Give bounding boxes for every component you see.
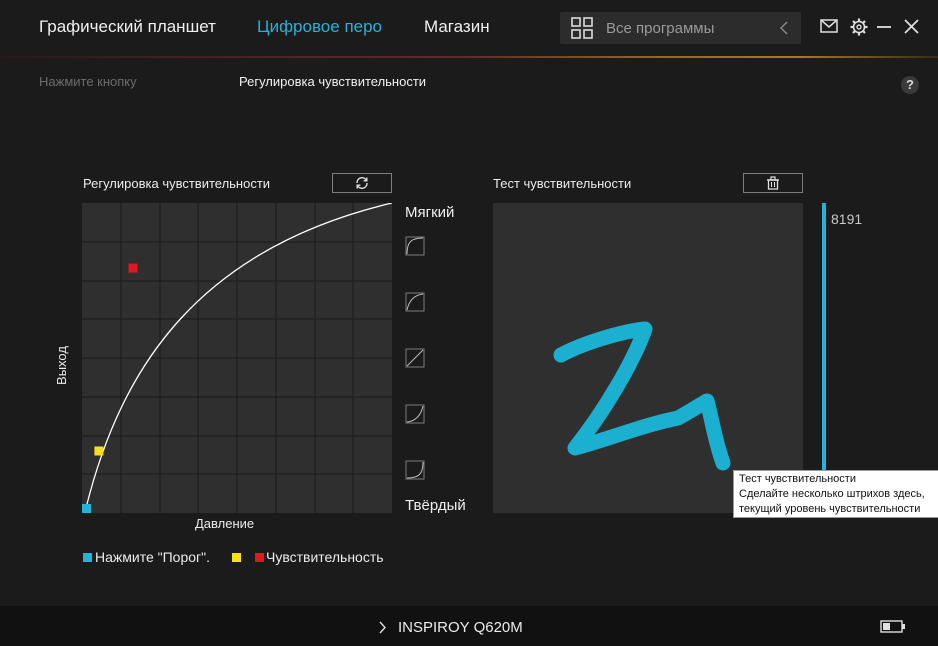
trash-icon	[767, 176, 779, 190]
tooltip-title: Тест чувствительности	[739, 473, 856, 485]
y-axis-label: Выход	[53, 346, 69, 385]
app-search-box	[560, 12, 801, 44]
help-button[interactable]: ?	[901, 76, 919, 94]
grid-icon[interactable]	[571, 17, 593, 39]
pressure-max-value: 8191	[831, 211, 863, 227]
pressure-level-bar	[822, 203, 826, 513]
search-input[interactable]	[606, 12, 766, 44]
pressure-curve-svg[interactable]	[82, 203, 392, 513]
battery-icon	[880, 620, 905, 633]
pressure-curve-graph[interactable]	[82, 203, 392, 513]
refresh-icon	[356, 176, 368, 190]
hard-label: Твёрдый	[405, 497, 466, 514]
clear-test-button[interactable]	[743, 173, 803, 193]
curve-panel-title: Регулировка чувствительности	[83, 176, 271, 191]
legend-min-output-swatch	[232, 553, 241, 562]
preset-linear-icon[interactable]	[405, 348, 425, 368]
header-accent-line	[0, 56, 938, 58]
soft-label: Мягкий	[405, 204, 455, 221]
chevron-left-icon[interactable]	[778, 20, 790, 36]
tab-digital-pen[interactable]: Цифровое перо	[257, 17, 382, 37]
test-stroke-svg	[553, 321, 731, 471]
gear-icon[interactable]	[850, 18, 868, 36]
title-bar: Графический планшет Цифровое перо Магази…	[0, 0, 938, 56]
mail-icon[interactable]	[820, 19, 838, 33]
min-output-handle[interactable]	[94, 446, 104, 456]
device-name[interactable]: INSPIROY Q620M	[398, 619, 523, 636]
tooltip-line-2: текущий уровень чувствительности	[739, 503, 921, 515]
preset-soft-1-icon[interactable]	[405, 292, 425, 312]
tab-graphics-tablet[interactable]: Графический планшет	[39, 17, 216, 37]
tooltip: Тест чувствительности Сделайте несколько…	[733, 470, 938, 518]
pressure-test-canvas[interactable]	[493, 203, 803, 513]
subtab-press-button[interactable]: Нажмите кнопку	[39, 74, 137, 89]
close-icon[interactable]	[904, 19, 919, 34]
test-panel-title: Тест чувствительности	[493, 176, 632, 191]
test-stroke	[553, 321, 731, 471]
legend-sensitivity-label: Чувствительность	[266, 549, 384, 565]
sensitivity-handle[interactable]	[128, 263, 138, 273]
legend-threshold-label: Нажмите "Порог".	[95, 549, 210, 565]
tab-store[interactable]: Магазин	[424, 17, 490, 37]
preset-soft-2-icon[interactable]	[405, 236, 425, 256]
pressure-level-fill	[822, 203, 826, 513]
tooltip-line-1: Сделайте несколько штрихов здесь,	[739, 488, 925, 500]
legend-threshold-swatch	[83, 553, 92, 562]
preset-hard-1-icon[interactable]	[405, 404, 425, 424]
threshold-handle[interactable]	[82, 504, 91, 513]
chevron-right-icon[interactable]	[378, 621, 387, 634]
reset-curve-button[interactable]	[332, 173, 392, 193]
preset-hard-2-icon[interactable]	[405, 460, 425, 480]
minimize-icon[interactable]	[876, 20, 892, 34]
legend-sensitivity-swatch	[255, 553, 264, 562]
subtab-sensitivity[interactable]: Регулировка чувствительности	[239, 74, 426, 89]
x-axis-label: Давление	[195, 516, 255, 531]
